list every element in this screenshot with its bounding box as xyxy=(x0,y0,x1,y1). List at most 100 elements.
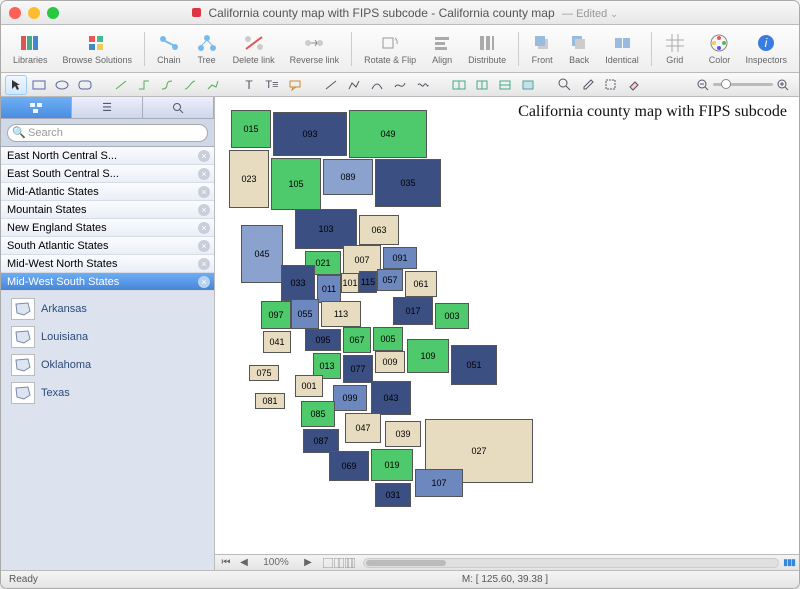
hscrollbar[interactable] xyxy=(363,558,779,568)
county-003[interactable]: 003 xyxy=(435,303,469,329)
county-031[interactable]: 031 xyxy=(375,483,411,507)
sidebar-shape[interactable]: Arkansas xyxy=(1,295,214,323)
close-icon[interactable]: × xyxy=(198,186,210,198)
county-023[interactable]: 023 xyxy=(229,150,269,208)
search-tool[interactable] xyxy=(553,75,575,95)
text-tool-2[interactable]: T≡ xyxy=(261,75,283,95)
sidebar-category[interactable]: Mountain States× xyxy=(1,201,214,219)
group-tool-1[interactable] xyxy=(448,75,470,95)
close-icon[interactable]: × xyxy=(198,276,210,288)
county-093[interactable]: 093 xyxy=(273,112,347,156)
tree-button[interactable]: Tree xyxy=(190,32,224,65)
sidebar-tab-list[interactable]: ☰ xyxy=(72,97,143,118)
sidebar-category[interactable]: Mid-West South States× xyxy=(1,273,214,291)
county-051[interactable]: 051 xyxy=(451,345,497,385)
bezier-tool[interactable] xyxy=(389,75,411,95)
county-075[interactable]: 075 xyxy=(249,365,279,381)
line-tool[interactable] xyxy=(320,75,342,95)
county-115[interactable]: 115 xyxy=(359,271,377,293)
county-101[interactable]: 101 xyxy=(341,273,359,293)
connector-tool-2[interactable] xyxy=(133,75,155,95)
close-icon[interactable]: × xyxy=(198,240,210,252)
search-input[interactable] xyxy=(7,124,208,142)
reverse-link-button[interactable]: Reverse link xyxy=(284,32,346,65)
county-049[interactable]: 049 xyxy=(349,110,427,158)
zoom-in-icon[interactable] xyxy=(777,79,789,91)
page-next[interactable]: ▶ xyxy=(301,557,315,568)
group-tool-3[interactable] xyxy=(494,75,516,95)
zoom-pct[interactable]: 100% xyxy=(255,557,297,568)
county-095[interactable]: 095 xyxy=(305,329,341,351)
county-105[interactable]: 105 xyxy=(271,158,321,210)
sidebar-category[interactable]: Mid-Atlantic States× xyxy=(1,183,214,201)
county-113[interactable]: 113 xyxy=(321,301,361,327)
county-099[interactable]: 099 xyxy=(333,385,367,411)
zoom-out-icon[interactable] xyxy=(697,79,709,91)
color-button[interactable]: Color xyxy=(702,32,736,65)
sidebar-category[interactable]: East North Central S...× xyxy=(1,147,214,165)
group-tool-4[interactable] xyxy=(517,75,539,95)
align-button[interactable]: Align xyxy=(425,32,459,65)
close-icon[interactable]: × xyxy=(198,150,210,162)
county-001[interactable]: 001 xyxy=(295,375,323,397)
sidebar-category[interactable]: East South Central S...× xyxy=(1,165,214,183)
county-067[interactable]: 067 xyxy=(343,327,371,353)
view-mode-icons[interactable] xyxy=(323,558,355,568)
connector-tool-3[interactable] xyxy=(156,75,178,95)
county-085[interactable]: 085 xyxy=(301,401,335,427)
county-077[interactable]: 077 xyxy=(343,355,373,383)
libraries-button[interactable]: Libraries xyxy=(7,32,54,65)
county-011[interactable]: 011 xyxy=(317,275,341,303)
back-button[interactable]: Back xyxy=(562,32,596,65)
county-041[interactable]: 041 xyxy=(263,331,291,353)
county-047[interactable]: 047 xyxy=(345,413,381,443)
zoom-slider[interactable] xyxy=(697,79,789,91)
sidebar-category[interactable]: New England States× xyxy=(1,219,214,237)
arc-tool[interactable] xyxy=(366,75,388,95)
county-063[interactable]: 063 xyxy=(359,215,399,245)
close-icon[interactable]: × xyxy=(198,204,210,216)
close-icon[interactable]: × xyxy=(198,222,210,234)
ellipse-tool[interactable] xyxy=(51,75,73,95)
group-tool-2[interactable] xyxy=(471,75,493,95)
county-005[interactable]: 005 xyxy=(373,327,403,351)
sidebar-shape[interactable]: Texas xyxy=(1,379,214,407)
rotate-flip-button[interactable]: Rotate & Flip xyxy=(358,32,422,65)
text-tool[interactable]: T xyxy=(238,75,260,95)
rect-tool[interactable] xyxy=(28,75,50,95)
polyline-tool[interactable] xyxy=(343,75,365,95)
front-button[interactable]: Front xyxy=(525,32,559,65)
county-109[interactable]: 109 xyxy=(407,339,449,373)
county-069[interactable]: 069 xyxy=(329,451,369,481)
county-045[interactable]: 045 xyxy=(241,225,283,283)
snap-tool[interactable] xyxy=(599,75,621,95)
county-107[interactable]: 107 xyxy=(415,469,463,497)
connector-tool-4[interactable] xyxy=(179,75,201,95)
county-057[interactable]: 057 xyxy=(377,269,403,291)
sidebar-tab-tree[interactable] xyxy=(1,97,72,118)
county-089[interactable]: 089 xyxy=(323,159,373,195)
close-icon[interactable]: × xyxy=(198,168,210,180)
county-017[interactable]: 017 xyxy=(393,297,433,325)
page-first[interactable]: ⏮ xyxy=(219,557,233,568)
county-035[interactable]: 035 xyxy=(375,159,441,207)
callout-tool[interactable] xyxy=(284,75,306,95)
county-055[interactable]: 055 xyxy=(291,299,319,329)
sidebar-category[interactable]: Mid-West North States× xyxy=(1,255,214,273)
page-indicator-icon[interactable]: ▮▮▮ xyxy=(783,557,795,568)
county-009[interactable]: 009 xyxy=(375,351,405,373)
map-viewport[interactable]: California county map with FIPS subcode … xyxy=(215,97,799,554)
county-033[interactable]: 033 xyxy=(281,265,315,301)
county-061[interactable]: 061 xyxy=(405,271,437,297)
close-icon[interactable]: × xyxy=(198,258,210,270)
county-043[interactable]: 043 xyxy=(371,381,411,415)
connector-tool-5[interactable] xyxy=(202,75,224,95)
grid-button[interactable]: Grid xyxy=(658,32,692,65)
spline-tool[interactable] xyxy=(412,75,434,95)
eraser-tool[interactable] xyxy=(622,75,644,95)
county-091[interactable]: 091 xyxy=(383,247,417,269)
county-019[interactable]: 019 xyxy=(371,449,413,481)
dropper-tool[interactable] xyxy=(576,75,598,95)
page-prev[interactable]: ◀ xyxy=(237,557,251,568)
sidebar-category[interactable]: South Atlantic States× xyxy=(1,237,214,255)
